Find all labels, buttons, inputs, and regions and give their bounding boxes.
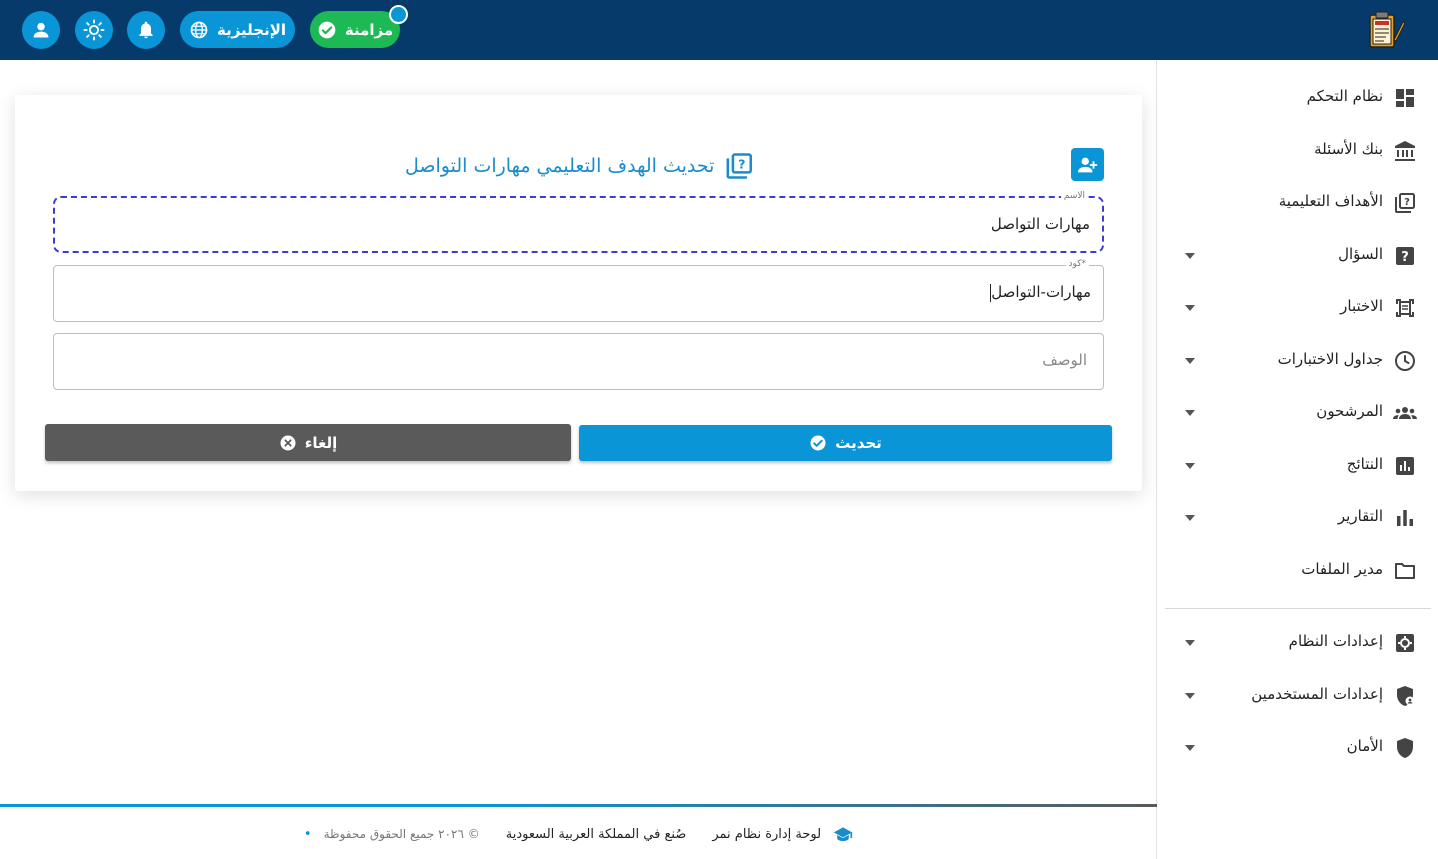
bank-icon (1395, 141, 1415, 161)
description-field[interactable]: الوصف (53, 333, 1104, 390)
sidebar-item-results[interactable]: النتائج (1157, 446, 1438, 486)
people-icon (1393, 407, 1417, 419)
globe-icon (190, 21, 208, 38)
sidebar-item-label: مدير الملفات (1301, 560, 1383, 578)
sidebar-item-label: التقارير (1337, 507, 1383, 525)
sidebar-item-candidates[interactable]: المرشحون (1157, 393, 1438, 433)
folder-icon (1395, 563, 1415, 579)
notifications-button[interactable] (127, 11, 165, 49)
exam-clipboard-logo-icon (1369, 11, 1406, 48)
footer-copyright: © ٢٠٢٦ جميع الحقوق محفوظة (323, 827, 480, 841)
description-placeholder: الوصف (1042, 351, 1087, 369)
update-button-label: تحديث (835, 434, 882, 452)
check-circle-icon (810, 435, 826, 451)
chevron-down-icon (1185, 410, 1195, 416)
sidebar-item-question[interactable]: ? السؤال (1157, 236, 1438, 276)
chevron-down-icon (1185, 358, 1195, 364)
sidebar-item-system-settings[interactable]: إعدادات النظام (1157, 623, 1438, 663)
check-circle-icon (318, 21, 336, 38)
account-plus-icon (1077, 157, 1097, 172)
name-field-label: الاسم (1060, 190, 1088, 202)
top-app-bar: الإنجليزية مزامنة (0, 0, 1438, 60)
footer-made-in: صُنع في المملكة العربية السعودية (505, 826, 687, 842)
chevron-down-icon (1185, 640, 1195, 646)
language-switch-button[interactable]: الإنجليزية (180, 11, 295, 48)
sidebar-item-label: النتائج (1346, 455, 1383, 473)
sidebar-item-label: إعدادات النظام (1288, 632, 1383, 650)
sidebar-navigation: نظام التحكم بنك الأسئلة ? الأهداف التعلي… (1156, 60, 1438, 859)
sidebar-item-label: الاختبار (1340, 297, 1383, 315)
graduation-cap-icon (833, 827, 853, 842)
sidebar-item-label: جداول الاختبارات (1277, 350, 1383, 368)
footer-separator: • (303, 826, 312, 842)
code-field-value: مهارات-التواصل (990, 283, 1091, 302)
sidebar-item-exam[interactable]: الاختبار (1157, 288, 1438, 328)
sync-status-dot (389, 5, 408, 24)
svg-text:?: ? (739, 158, 746, 173)
poll-icon (1396, 457, 1414, 475)
svg-text:?: ? (1404, 197, 1410, 208)
close-circle-icon (280, 435, 296, 450)
sidebar-item-question-bank[interactable]: بنك الأسئلة (1157, 131, 1438, 171)
code-field[interactable]: كود* مهارات-التواصل (53, 258, 1104, 322)
shield-user-icon (1397, 686, 1415, 706)
exam-icon (1396, 299, 1414, 317)
svg-text:?: ? (1401, 250, 1409, 265)
code-text: مهارات-التواصل (991, 283, 1091, 301)
name-field[interactable]: الاسم مهارات التواصل (53, 190, 1104, 253)
sidebar-item-user-settings[interactable]: إعدادات المستخدمين (1157, 676, 1438, 716)
bell-icon (139, 21, 153, 39)
sidebar-item-security[interactable]: الأمان (1157, 728, 1438, 768)
chevron-down-icon (1185, 693, 1195, 699)
name-field-value: مهارات التواصل (990, 215, 1090, 233)
page-title: تحديث الهدف التعليمي مهارات التواصل (405, 155, 715, 177)
sidebar-item-label: الأهداف التعليمية (1278, 192, 1383, 210)
theme-toggle-button[interactable] (75, 11, 113, 49)
user-profile-button[interactable] (22, 11, 60, 49)
sidebar-item-file-manager[interactable]: مدير الملفات (1157, 551, 1438, 591)
sidebar-item-exam-schedules[interactable]: جداول الاختبارات (1157, 341, 1438, 381)
chevron-down-icon (1185, 253, 1195, 259)
sidebar-item-label: المرشحون (1316, 402, 1383, 420)
brightness-icon (83, 19, 105, 41)
sidebar-item-label: بنك الأسئلة (1314, 140, 1383, 158)
sync-button[interactable]: مزامنة (310, 11, 400, 48)
sidebar-item-reports[interactable]: التقارير (1157, 498, 1438, 538)
quiz-icon: ? (1395, 193, 1415, 213)
dashboard-icon (1396, 89, 1414, 107)
language-label: الإنجليزية (216, 20, 287, 39)
footer-brand: لوحة إدارة نظام نمر (712, 826, 822, 842)
chevron-down-icon (1185, 305, 1195, 311)
chevron-down-icon (1185, 515, 1195, 521)
shield-icon (1397, 738, 1413, 758)
cancel-button[interactable]: إلغاء (45, 424, 571, 461)
help-box-icon: ? (1396, 247, 1414, 265)
sidebar-item-label: السؤال (1338, 245, 1383, 263)
update-objective-card: تحديث الهدف التعليمي مهارات التواصل ? ال… (15, 95, 1142, 491)
update-button[interactable]: تحديث (579, 425, 1112, 461)
cancel-button-label: إلغاء (304, 433, 338, 452)
sidebar-divider (1165, 608, 1431, 609)
sidebar-item-label: إعدادات المستخدمين (1251, 685, 1383, 703)
chevron-down-icon (1185, 745, 1195, 751)
bar-chart-icon (1397, 510, 1413, 526)
sidebar-item-label: نظام التحكم (1306, 87, 1383, 105)
add-user-button[interactable] (1071, 148, 1104, 181)
quiz-icon: ? (726, 153, 753, 179)
sidebar-item-label: الأمان (1346, 737, 1383, 755)
chevron-down-icon (1185, 463, 1195, 469)
sidebar-item-learning-objectives[interactable]: ? الأهداف التعليمية (1157, 183, 1438, 223)
code-field-label: كود* (1065, 258, 1089, 270)
sidebar-item-dashboard[interactable]: نظام التحكم (1157, 78, 1438, 118)
footer-divider (0, 804, 1157, 807)
footer: لوحة إدارة نظام نمر صُنع في المملكة العر… (0, 820, 1157, 848)
app-logo[interactable] (1364, 10, 1406, 50)
user-icon (33, 22, 49, 38)
sync-label: مزامنة (344, 20, 394, 39)
form-title: تحديث الهدف التعليمي مهارات التواصل ? (405, 150, 755, 182)
settings-icon (1396, 634, 1414, 652)
clock-icon (1395, 351, 1415, 371)
